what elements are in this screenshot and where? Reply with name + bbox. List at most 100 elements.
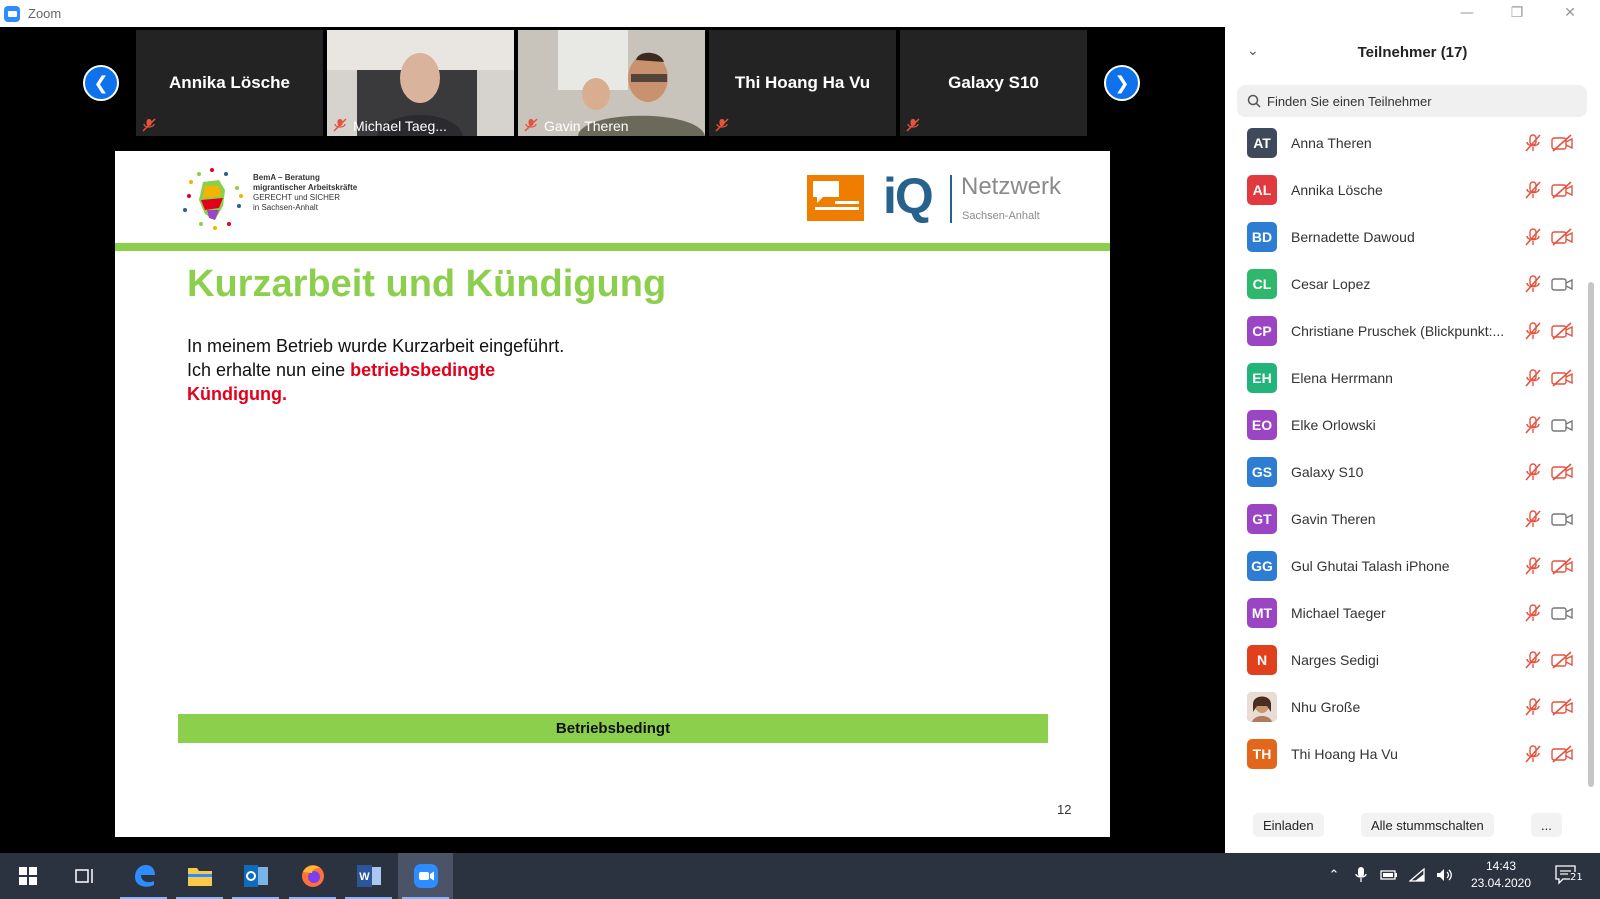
participant-row[interactable]: N Narges Sedigi xyxy=(1225,636,1587,684)
action-center-button[interactable]: 21 xyxy=(1552,865,1583,885)
video-off-icon[interactable] xyxy=(1551,745,1573,763)
more-options-button[interactable]: ... xyxy=(1531,813,1562,837)
participant-name: Narges Sedigi xyxy=(1291,652,1379,668)
participant-row[interactable]: AT Anna Theren xyxy=(1225,119,1587,167)
muted-mic-icon[interactable] xyxy=(1524,651,1542,669)
avatar: BD xyxy=(1247,222,1277,252)
video-camera-icon[interactable] xyxy=(1551,510,1573,528)
video-tile[interactable]: Thi Hoang Ha Vu xyxy=(709,30,896,136)
video-off-icon[interactable] xyxy=(1551,651,1573,669)
participant-name: Gul Ghutai Talash iPhone xyxy=(1291,558,1450,574)
footer-bar: Betriebsbedingt xyxy=(178,714,1048,743)
taskbar-edge[interactable] xyxy=(116,853,171,899)
taskbar-firefox[interactable] xyxy=(285,853,340,899)
firefox-icon xyxy=(301,865,324,887)
muted-mic-icon[interactable] xyxy=(1524,369,1542,387)
participant-row[interactable]: GG Gul Ghutai Talash iPhone xyxy=(1225,542,1587,590)
folder-icon xyxy=(187,868,212,886)
taskbar-outlook[interactable] xyxy=(228,853,283,899)
title-bar: Zoom — ❐ ✕ xyxy=(0,0,1600,27)
participant-name: Annika Lösche xyxy=(1291,182,1383,198)
participant-name: Gavin Theren xyxy=(1291,511,1376,527)
participant-row[interactable]: EO Elke Orlowski xyxy=(1225,401,1587,449)
video-off-icon[interactable] xyxy=(1551,557,1573,575)
muted-mic-icon[interactable] xyxy=(1524,557,1542,575)
minimize-button[interactable]: — xyxy=(1442,0,1492,26)
muted-mic-icon[interactable] xyxy=(1524,510,1542,528)
participant-name: Elena Herrmann xyxy=(1291,370,1393,386)
avatar: AL xyxy=(1247,175,1277,205)
avatar xyxy=(1247,692,1277,722)
participant-row[interactable]: Nhu Große xyxy=(1225,683,1587,731)
video-tile[interactable]: Gavin Theren xyxy=(518,30,705,136)
participant-name: Christiane Pruschek (Blickpunkt:... xyxy=(1291,323,1505,339)
video-camera-icon[interactable] xyxy=(1551,604,1573,622)
windows-icon xyxy=(18,867,37,885)
muted-mic-icon[interactable] xyxy=(1524,181,1542,199)
participant-name: Anna Theren xyxy=(1291,135,1372,151)
participant-row[interactable]: GS Galaxy S10 xyxy=(1225,448,1587,496)
clock[interactable]: 14:43 23.04.2020 xyxy=(1466,858,1536,892)
clock-date: 23.04.2020 xyxy=(1470,876,1532,890)
logo-netzwerk-text: Netzwerk xyxy=(961,173,1062,200)
muted-mic-icon[interactable] xyxy=(1524,463,1542,481)
battery-icon[interactable] xyxy=(1380,866,1398,884)
header-divider xyxy=(115,243,1110,251)
video-camera-icon[interactable] xyxy=(1551,416,1573,434)
muted-mic-icon[interactable] xyxy=(1524,322,1542,340)
video-off-icon[interactable] xyxy=(1551,698,1573,716)
muted-mic-icon[interactable] xyxy=(1524,604,1542,622)
participant-search[interactable] xyxy=(1237,85,1587,117)
restore-button[interactable]: ❐ xyxy=(1492,0,1542,26)
panel-title: Teilnehmer (17) xyxy=(1357,44,1468,61)
video-camera-icon[interactable] xyxy=(1551,275,1573,293)
avatar: N xyxy=(1247,645,1277,675)
edge-icon xyxy=(134,865,155,887)
muted-mic-icon[interactable] xyxy=(1524,416,1542,434)
list-scrollbar[interactable] xyxy=(1588,282,1594,787)
participant-row[interactable]: GT Gavin Theren xyxy=(1225,495,1587,543)
participant-row[interactable]: TH Thi Hoang Ha Vu xyxy=(1225,730,1587,778)
participant-row[interactable]: BD Bernadette Dawoud xyxy=(1225,213,1587,261)
volume-icon[interactable] xyxy=(1436,866,1454,884)
video-off-icon[interactable] xyxy=(1551,181,1573,199)
video-off-icon[interactable] xyxy=(1551,369,1573,387)
video-off-icon[interactable] xyxy=(1551,322,1573,340)
invite-button[interactable]: Einladen xyxy=(1253,813,1324,837)
video-off-icon[interactable] xyxy=(1551,228,1573,246)
shared-slide: BemA – Beratung migrantischer Arbeitskrä… xyxy=(115,151,1110,837)
muted-mic-icon xyxy=(142,118,156,132)
participant-name: Nhu Große xyxy=(1291,699,1361,715)
taskbar-file-explorer[interactable] xyxy=(172,853,227,899)
participant-row[interactable]: EH Elena Herrmann xyxy=(1225,354,1587,402)
taskbar-zoom[interactable] xyxy=(398,853,453,899)
tile-name-label: Gavin Theren xyxy=(544,118,629,134)
video-tile[interactable]: Michael Taeg... xyxy=(327,30,514,136)
participant-row[interactable]: CP Christiane Pruschek (Blickpunkt:... xyxy=(1225,307,1587,355)
tile-name-label: Michael Taeg... xyxy=(353,118,447,134)
microphone-icon[interactable] xyxy=(1352,866,1370,884)
start-button[interactable] xyxy=(0,853,55,899)
muted-mic-icon[interactable] xyxy=(1524,134,1542,152)
video-off-icon[interactable] xyxy=(1551,134,1573,152)
previous-page-button[interactable]: ❮ xyxy=(83,65,119,101)
muted-mic-icon[interactable] xyxy=(1524,698,1542,716)
video-tile[interactable]: Galaxy S10 xyxy=(900,30,1087,136)
muted-mic-icon[interactable] xyxy=(1524,228,1542,246)
participant-row[interactable]: AL Annika Lösche xyxy=(1225,166,1587,214)
task-view-button[interactable] xyxy=(57,853,112,899)
participant-row[interactable]: CL Cesar Lopez xyxy=(1225,260,1587,308)
show-hidden-icons-chevron-icon[interactable]: ⌃ xyxy=(1325,866,1343,884)
search-input[interactable] xyxy=(1267,93,1567,109)
video-off-icon[interactable] xyxy=(1551,463,1573,481)
muted-mic-icon[interactable] xyxy=(1524,275,1542,293)
close-button[interactable]: ✕ xyxy=(1545,0,1595,26)
muted-mic-icon xyxy=(524,118,538,132)
mute-all-button[interactable]: Alle stummschalten xyxy=(1361,813,1494,837)
video-tile[interactable]: Annika Lösche xyxy=(136,30,323,136)
participant-row[interactable]: MT Michael Taeger xyxy=(1225,589,1587,637)
wifi-icon[interactable] xyxy=(1408,866,1426,884)
muted-mic-icon[interactable] xyxy=(1524,745,1542,763)
taskbar-word[interactable]: W xyxy=(341,853,396,899)
next-page-button[interactable]: ❯ xyxy=(1104,65,1140,101)
